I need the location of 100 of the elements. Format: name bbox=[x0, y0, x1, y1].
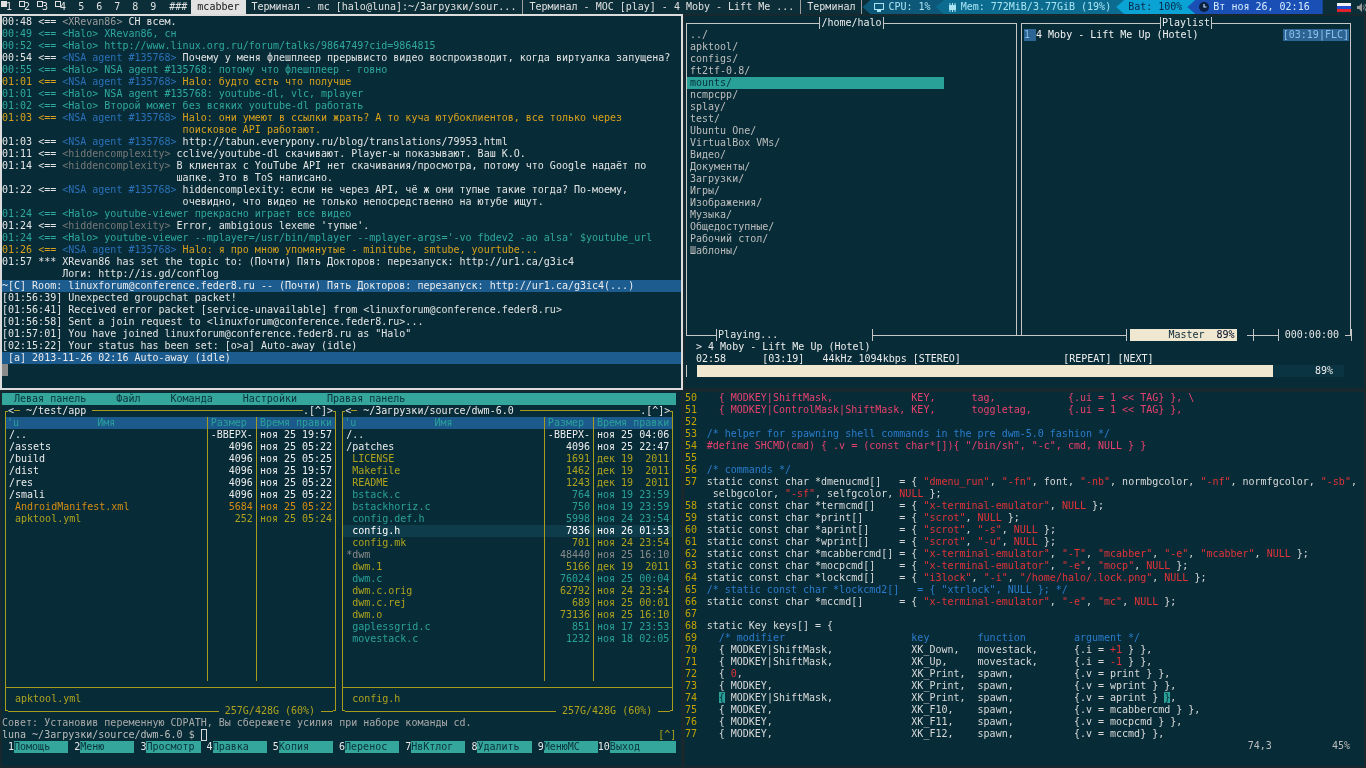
mini-status: config.h bbox=[351, 693, 402, 705]
message-text: Halo: будто есть что получше bbox=[182, 76, 353, 88]
function-key-button[interactable]: Помощь bbox=[14, 741, 69, 753]
message-nick: <hiddencomplexity> bbox=[62, 148, 171, 160]
file-name[interactable]: /dist bbox=[6, 465, 207, 477]
file-name[interactable]: config.mk bbox=[343, 537, 544, 549]
file-name[interactable]: *dwm bbox=[343, 549, 544, 561]
file-size: 48440 bbox=[558, 549, 591, 561]
panel-path[interactable]: ~/Загрузки/source/dwm-6.0 bbox=[357, 405, 520, 417]
directory-item[interactable]: splay/ bbox=[687, 101, 944, 113]
file-name[interactable]: dwm.c.rej bbox=[343, 597, 544, 609]
file-name[interactable]: README bbox=[343, 477, 544, 489]
file-name[interactable]: /assets bbox=[6, 441, 207, 453]
room-topic-bar: ~[C] Room: linuxforum@conference.feder8.ru -- (Почти) Пять Докторов: перезапуск: http://ur1.ca/g3ic4(...) bbox=[2, 280, 681, 292]
message-time: 01:01 bbox=[2, 88, 33, 100]
directory-item[interactable]: Загрузки/ bbox=[687, 173, 944, 185]
disk-usage: 257G/428G (60%) bbox=[560, 705, 654, 717]
file-name[interactable]: /.. bbox=[343, 429, 544, 441]
message-time: 01:02 bbox=[2, 100, 33, 112]
directory-item[interactable]: Общедоступные/ bbox=[687, 221, 944, 233]
panel-path[interactable]: ~/test/app bbox=[20, 405, 93, 417]
directory-item[interactable]: Ubuntu One/ bbox=[687, 125, 944, 137]
file-name[interactable]: bstack.c bbox=[343, 489, 544, 501]
function-key-button[interactable]: Просмотр bbox=[146, 741, 201, 753]
track-title[interactable]: 4 Moby - Lift Me Up (Hotel) bbox=[1036, 29, 1199, 41]
directory-item[interactable]: test/ bbox=[687, 113, 944, 125]
directory-item[interactable]: mounts/ bbox=[687, 77, 944, 89]
function-key-button[interactable]: Удалить bbox=[477, 741, 532, 753]
function-key-button[interactable]: Перенос bbox=[345, 741, 400, 753]
function-key-button[interactable]: НвКтлог bbox=[411, 741, 466, 753]
history-button[interactable]: < bbox=[345, 405, 352, 417]
tag-button[interactable]: 2 bbox=[18, 0, 37, 14]
tag-button[interactable]: 5 bbox=[72, 0, 91, 14]
file-name[interactable]: /res bbox=[6, 477, 207, 489]
menu-item[interactable]: Правая панель bbox=[321, 393, 412, 405]
file-name[interactable]: /patches bbox=[343, 441, 544, 453]
directory-item[interactable]: ncmpcpp/ bbox=[687, 89, 944, 101]
directory-item[interactable]: Рабочий стол/ bbox=[687, 233, 944, 245]
tag-button[interactable]: 8 bbox=[126, 0, 145, 14]
directory-item[interactable]: configs/ bbox=[687, 53, 944, 65]
function-key-button[interactable]: МенюMC bbox=[543, 741, 598, 753]
file-size: 1232 bbox=[564, 633, 591, 645]
tag-button[interactable]: 6 bbox=[90, 0, 109, 14]
directory-item[interactable]: ../ bbox=[687, 29, 944, 41]
file-size: 62792 bbox=[558, 585, 591, 597]
menu-item[interactable]: Файл bbox=[110, 393, 147, 405]
directory-item[interactable]: Изображения/ bbox=[687, 197, 944, 209]
code-line: selbgcolor, "-sf", selfgcolor, NULL }; bbox=[711, 488, 942, 500]
function-key-button[interactable]: Меню bbox=[80, 741, 135, 753]
tag-button[interactable]: 9 bbox=[144, 0, 163, 14]
directory-item[interactable]: ft2tf-0.8/ bbox=[687, 65, 944, 77]
volume-bar[interactable]: Master 89% bbox=[1126, 329, 1247, 341]
file-name[interactable]: dwm.c bbox=[343, 573, 544, 585]
menu-item[interactable]: Настройки bbox=[236, 393, 303, 405]
function-key-button[interactable]: Копия bbox=[278, 741, 333, 753]
status-text: CPU: 1% bbox=[888, 0, 931, 14]
layout-button[interactable]: ### bbox=[162, 0, 192, 14]
file-name[interactable]: dwm.c.orig bbox=[343, 585, 544, 597]
file-name[interactable]: /smali bbox=[6, 489, 207, 501]
panel-controls[interactable]: .[^]> bbox=[303, 405, 334, 417]
file-name[interactable]: Makefile bbox=[343, 465, 544, 477]
volume-reading: 89% bbox=[1216, 329, 1235, 341]
file-name[interactable]: dwm.o bbox=[343, 609, 544, 621]
file-name[interactable]: apktool.yml bbox=[6, 513, 207, 525]
file-name[interactable]: dwm.1 bbox=[343, 561, 544, 573]
speaker-icon[interactable] bbox=[1356, 2, 1366, 12]
menu-item[interactable]: Левая панель bbox=[8, 393, 93, 405]
function-key-button[interactable]: Правка bbox=[212, 741, 267, 753]
file-name[interactable]: LICENSE bbox=[343, 453, 544, 465]
direction-marker: <== bbox=[38, 160, 57, 173]
function-key-number: 5 bbox=[271, 741, 279, 753]
directory-item[interactable]: Музыка/ bbox=[687, 209, 944, 221]
directory-item[interactable]: apktool/ bbox=[687, 41, 944, 53]
directory-item[interactable]: Документы/ bbox=[687, 161, 944, 173]
directory-item[interactable]: VirtualBox VMs/ bbox=[687, 137, 944, 149]
directory-item[interactable]: Игры/ bbox=[687, 185, 944, 197]
file-name[interactable]: /build bbox=[6, 453, 207, 465]
tag-button[interactable]: 1 bbox=[0, 0, 19, 14]
file-name[interactable]: gaplessgrid.c bbox=[343, 621, 544, 633]
history-button[interactable]: < bbox=[8, 405, 15, 417]
file-name[interactable]: bstackhoriz.c bbox=[343, 501, 544, 513]
function-key-button[interactable]: Выход bbox=[609, 741, 677, 753]
file-size: 1691 bbox=[564, 453, 591, 465]
window-tab[interactable]: mcabber bbox=[191, 0, 246, 14]
line-number: 68 bbox=[685, 620, 698, 632]
menu-item[interactable]: Команда bbox=[164, 393, 219, 405]
tag-button[interactable]: 4 bbox=[54, 0, 73, 14]
file-name[interactable]: config.def.h bbox=[343, 513, 544, 525]
directory-item[interactable]: Шаблоны/ bbox=[687, 245, 944, 257]
line-number: 70 bbox=[685, 644, 698, 656]
file-name[interactable]: AndroidManifest.xml bbox=[6, 501, 207, 513]
tag-button[interactable]: 3 bbox=[36, 0, 55, 14]
file-name[interactable]: config.h bbox=[343, 525, 544, 537]
file-modified: ноя 19 23:59 bbox=[596, 501, 671, 513]
file-name[interactable]: /.. bbox=[6, 429, 207, 441]
tag-button[interactable]: 7 bbox=[108, 0, 127, 14]
panel-controls[interactable]: .[^]> bbox=[640, 405, 671, 417]
file-name[interactable]: movestack.c bbox=[343, 633, 544, 645]
directory-item[interactable]: Видео/ bbox=[687, 149, 944, 161]
flag-icon[interactable] bbox=[1336, 2, 1351, 12]
